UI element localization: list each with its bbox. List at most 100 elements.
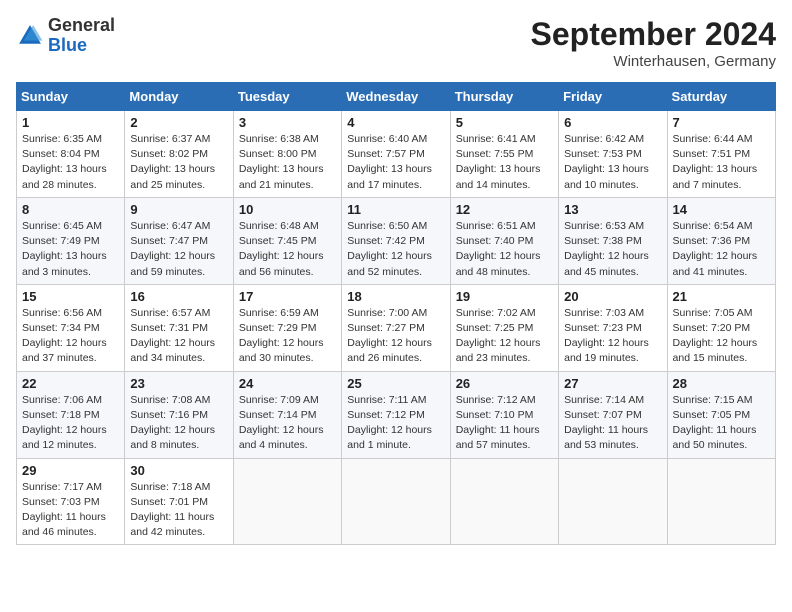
- day-info: Sunrise: 7:02 AM Sunset: 7:25 PM Dayligh…: [456, 306, 553, 367]
- calendar-cell: 8 Sunrise: 6:45 AM Sunset: 7:49 PM Daylig…: [17, 197, 125, 284]
- calendar-cell: 28 Sunrise: 7:15 AM Sunset: 7:05 PM Dayli…: [667, 371, 775, 458]
- calendar-cell: 6 Sunrise: 6:42 AM Sunset: 7:53 PM Daylig…: [559, 111, 667, 198]
- calendar-cell: 5Sunrise: 6:41 AM Sunset: 7:55 PM Daylig…: [450, 111, 558, 198]
- day-info: Sunrise: 7:08 AM Sunset: 7:16 PM Dayligh…: [130, 393, 227, 454]
- day-info: Sunrise: 7:12 AM Sunset: 7:10 PM Dayligh…: [456, 393, 553, 454]
- calendar-cell: [342, 458, 450, 545]
- day-info: Sunrise: 6:54 AM Sunset: 7:36 PM Dayligh…: [673, 219, 770, 280]
- calendar-week-3: 15 Sunrise: 6:56 AM Sunset: 7:34 PM Dayli…: [17, 284, 776, 371]
- column-header-thursday: Thursday: [450, 83, 558, 111]
- calendar-cell: 16 Sunrise: 6:57 AM Sunset: 7:31 PM Dayli…: [125, 284, 233, 371]
- calendar-cell: 27 Sunrise: 7:14 AM Sunset: 7:07 PM Dayli…: [559, 371, 667, 458]
- day-info: Sunrise: 7:05 AM Sunset: 7:20 PM Dayligh…: [673, 306, 770, 367]
- logo-general-text: General: [48, 15, 115, 35]
- calendar-cell: 14 Sunrise: 6:54 AM Sunset: 7:36 PM Dayli…: [667, 197, 775, 284]
- day-number: 30: [130, 463, 227, 478]
- day-info: Sunrise: 6:41 AM Sunset: 7:55 PM Dayligh…: [456, 132, 553, 193]
- calendar-cell: 4 Sunrise: 6:40 AM Sunset: 7:57 PM Daylig…: [342, 111, 450, 198]
- day-number: 25: [347, 376, 444, 391]
- column-header-tuesday: Tuesday: [233, 83, 341, 111]
- month-title: September 2024: [531, 16, 776, 53]
- column-header-wednesday: Wednesday: [342, 83, 450, 111]
- day-number: 16: [130, 289, 227, 304]
- day-number: 17: [239, 289, 336, 304]
- day-number: 19: [456, 289, 553, 304]
- calendar-cell: 1 Sunrise: 6:35 AM Sunset: 8:04 PM Daylig…: [17, 111, 125, 198]
- calendar-cell: 20Sunrise: 7:03 AM Sunset: 7:23 PM Dayli…: [559, 284, 667, 371]
- calendar-cell: 17 Sunrise: 6:59 AM Sunset: 7:29 PM Dayli…: [233, 284, 341, 371]
- day-info: Sunrise: 7:14 AM Sunset: 7:07 PM Dayligh…: [564, 393, 661, 454]
- day-info: Sunrise: 6:47 AM Sunset: 7:47 PM Dayligh…: [130, 219, 227, 280]
- day-number: 22: [22, 376, 119, 391]
- title-block: September 2024 Winterhausen, Germany: [531, 16, 776, 70]
- day-number: 14: [673, 202, 770, 217]
- calendar-cell: 3 Sunrise: 6:38 AM Sunset: 8:00 PM Daylig…: [233, 111, 341, 198]
- column-header-saturday: Saturday: [667, 83, 775, 111]
- day-info: Sunrise: 6:56 AM Sunset: 7:34 PM Dayligh…: [22, 306, 119, 367]
- day-info: Sunrise: 6:50 AM Sunset: 7:42 PM Dayligh…: [347, 219, 444, 280]
- day-info: Sunrise: 6:51 AM Sunset: 7:40 PM Dayligh…: [456, 219, 553, 280]
- day-info: Sunrise: 7:06 AM Sunset: 7:18 PM Dayligh…: [22, 393, 119, 454]
- day-info: Sunrise: 6:48 AM Sunset: 7:45 PM Dayligh…: [239, 219, 336, 280]
- day-number: 15: [22, 289, 119, 304]
- calendar-cell: 15 Sunrise: 6:56 AM Sunset: 7:34 PM Dayli…: [17, 284, 125, 371]
- day-number: 10: [239, 202, 336, 217]
- calendar-cell: 29Sunrise: 7:17 AM Sunset: 7:03 PM Dayli…: [17, 458, 125, 545]
- day-number: 8: [22, 202, 119, 217]
- day-number: 12: [456, 202, 553, 217]
- column-header-sunday: Sunday: [17, 83, 125, 111]
- calendar-cell: 21 Sunrise: 7:05 AM Sunset: 7:20 PM Dayli…: [667, 284, 775, 371]
- day-info: Sunrise: 6:44 AM Sunset: 7:51 PM Dayligh…: [673, 132, 770, 193]
- day-info: Sunrise: 6:40 AM Sunset: 7:57 PM Dayligh…: [347, 132, 444, 193]
- calendar-cell: [559, 458, 667, 545]
- day-number: 29: [22, 463, 119, 478]
- calendar-cell: 9 Sunrise: 6:47 AM Sunset: 7:47 PM Daylig…: [125, 197, 233, 284]
- calendar-cell: [667, 458, 775, 545]
- day-info: Sunrise: 6:45 AM Sunset: 7:49 PM Dayligh…: [22, 219, 119, 280]
- day-info: Sunrise: 6:42 AM Sunset: 7:53 PM Dayligh…: [564, 132, 661, 193]
- day-info: Sunrise: 7:15 AM Sunset: 7:05 PM Dayligh…: [673, 393, 770, 454]
- calendar-cell: 19 Sunrise: 7:02 AM Sunset: 7:25 PM Dayli…: [450, 284, 558, 371]
- day-number: 28: [673, 376, 770, 391]
- calendar-week-1: 1 Sunrise: 6:35 AM Sunset: 8:04 PM Daylig…: [17, 111, 776, 198]
- day-info: Sunrise: 7:03 AM Sunset: 7:23 PM Dayligh…: [564, 306, 661, 367]
- day-number: 2: [130, 115, 227, 130]
- logo-icon: [16, 22, 44, 50]
- calendar-cell: 25Sunrise: 7:11 AM Sunset: 7:12 PM Dayli…: [342, 371, 450, 458]
- day-info: Sunrise: 7:09 AM Sunset: 7:14 PM Dayligh…: [239, 393, 336, 454]
- calendar-week-4: 22 Sunrise: 7:06 AM Sunset: 7:18 PM Dayli…: [17, 371, 776, 458]
- day-info: Sunrise: 6:59 AM Sunset: 7:29 PM Dayligh…: [239, 306, 336, 367]
- location: Winterhausen, Germany: [531, 53, 776, 70]
- day-info: Sunrise: 6:35 AM Sunset: 8:04 PM Dayligh…: [22, 132, 119, 193]
- day-info: Sunrise: 6:38 AM Sunset: 8:00 PM Dayligh…: [239, 132, 336, 193]
- calendar-cell: 11Sunrise: 6:50 AM Sunset: 7:42 PM Dayli…: [342, 197, 450, 284]
- column-header-friday: Friday: [559, 83, 667, 111]
- day-number: 6: [564, 115, 661, 130]
- day-info: Sunrise: 6:57 AM Sunset: 7:31 PM Dayligh…: [130, 306, 227, 367]
- day-number: 27: [564, 376, 661, 391]
- calendar-header: SundayMondayTuesdayWednesdayThursdayFrid…: [17, 83, 776, 111]
- column-header-monday: Monday: [125, 83, 233, 111]
- day-number: 1: [22, 115, 119, 130]
- day-info: Sunrise: 6:37 AM Sunset: 8:02 PM Dayligh…: [130, 132, 227, 193]
- calendar-cell: 24 Sunrise: 7:09 AM Sunset: 7:14 PM Dayli…: [233, 371, 341, 458]
- calendar-cell: 12 Sunrise: 6:51 AM Sunset: 7:40 PM Dayli…: [450, 197, 558, 284]
- day-info: Sunrise: 6:53 AM Sunset: 7:38 PM Dayligh…: [564, 219, 661, 280]
- calendar-cell: 13Sunrise: 6:53 AM Sunset: 7:38 PM Dayli…: [559, 197, 667, 284]
- day-number: 24: [239, 376, 336, 391]
- calendar-week-5: 29Sunrise: 7:17 AM Sunset: 7:03 PM Dayli…: [17, 458, 776, 545]
- calendar-cell: [233, 458, 341, 545]
- calendar-cell: 18Sunrise: 7:00 AM Sunset: 7:27 PM Dayli…: [342, 284, 450, 371]
- day-number: 26: [456, 376, 553, 391]
- day-number: 9: [130, 202, 227, 217]
- calendar-cell: 7 Sunrise: 6:44 AM Sunset: 7:51 PM Daylig…: [667, 111, 775, 198]
- calendar-cell: 2 Sunrise: 6:37 AM Sunset: 8:02 PM Daylig…: [125, 111, 233, 198]
- day-number: 7: [673, 115, 770, 130]
- day-number: 4: [347, 115, 444, 130]
- day-number: 23: [130, 376, 227, 391]
- day-number: 21: [673, 289, 770, 304]
- page-header: General Blue September 2024 Winterhausen…: [16, 16, 776, 70]
- calendar-cell: 26 Sunrise: 7:12 AM Sunset: 7:10 PM Dayli…: [450, 371, 558, 458]
- day-number: 3: [239, 115, 336, 130]
- calendar-week-2: 8 Sunrise: 6:45 AM Sunset: 7:49 PM Daylig…: [17, 197, 776, 284]
